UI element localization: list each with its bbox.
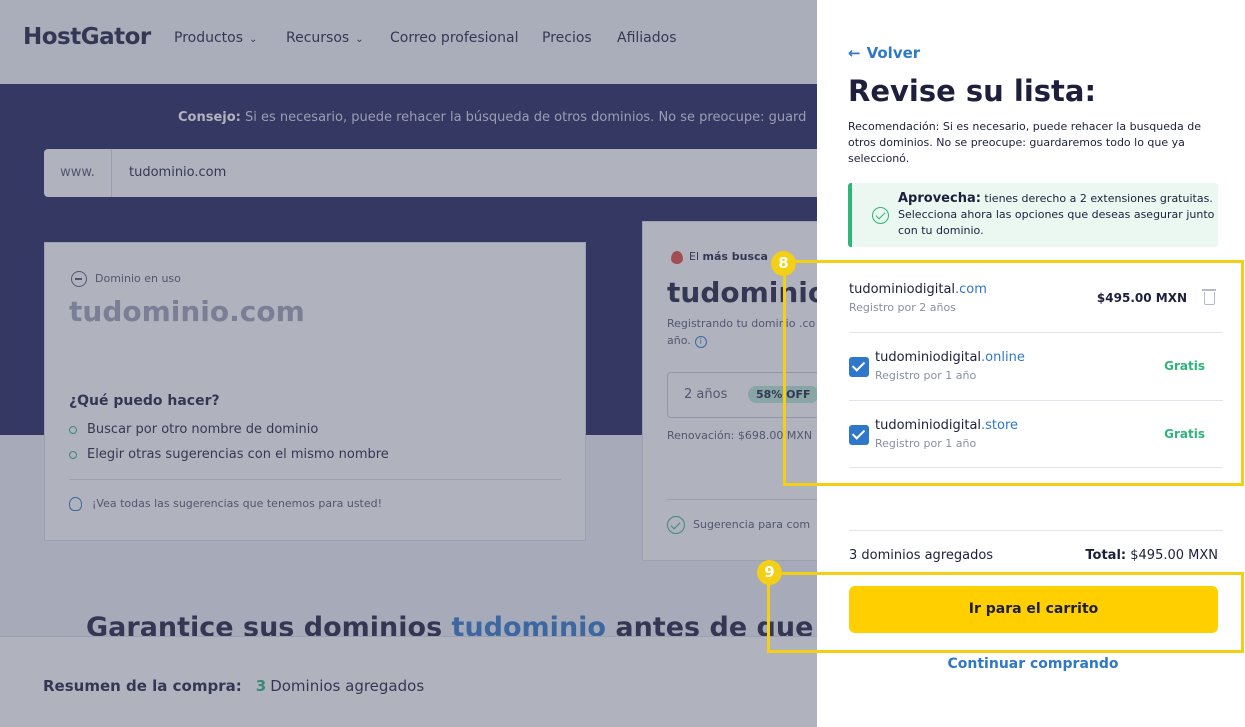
nav-item-correo[interactable]: Correo profesional [390, 30, 518, 46]
lightbulb-icon [69, 497, 82, 511]
option-item: Buscar por otro nombre de dominio [69, 422, 318, 437]
annotation-badge: 8 [771, 251, 796, 276]
continue-shopping-link[interactable]: Continuar comprando [817, 656, 1245, 672]
promo-text: Aprovecha: tienes derecho a 2 extensione… [898, 191, 1215, 237]
search-prefix: www. [44, 149, 112, 197]
suggestion-note: Sugerencia para com [667, 516, 810, 534]
nav-item-productos[interactable]: Productos ⌄ [174, 30, 257, 46]
drawer-title: Revise su lista: [848, 74, 1097, 108]
in-use-status: Dominio en uso [71, 271, 181, 287]
chevron-down-icon: ⌄ [355, 34, 364, 45]
minus-circle-icon [71, 271, 87, 287]
recommendation-text: Recomendación: Si es necesario, puede re… [848, 120, 1201, 165]
annotation-badge: 9 [757, 560, 782, 585]
chevron-down-icon: ⌄ [249, 34, 258, 45]
nav-item-afiliados[interactable]: Afiliados [617, 30, 677, 46]
search-value[interactable]: tudominio.com [129, 149, 226, 197]
nav-item-precios[interactable]: Precios [542, 30, 592, 46]
bullet-icon [69, 425, 77, 434]
domain-in-use-card: Dominio en uso tudominio.com ¿Qué puedo … [44, 242, 586, 541]
divider [69, 479, 561, 480]
most-searched-label: El más busca [671, 250, 768, 264]
annotation-highlight-box [767, 572, 1244, 653]
taken-domain-name: tudominio.com [69, 295, 305, 328]
cart-total: Total: $495.00 MXN [1085, 548, 1218, 563]
options-heading: ¿Qué puedo hacer? [69, 393, 220, 409]
free-extensions-notice: Aprovecha: tienes derecho a 2 extensione… [848, 183, 1218, 247]
top-nav: HostGator Productos ⌄ Recursos ⌄ Correo pr… [0, 0, 817, 84]
nav-item-recursos[interactable]: Recursos ⌄ [286, 30, 364, 46]
fire-icon [671, 250, 683, 264]
annotation-highlight-box [783, 260, 1244, 486]
bullet-icon [69, 450, 77, 459]
background-page: HostGator Productos ⌄ Recursos ⌄ Correo pr… [0, 0, 817, 727]
hostgator-logo[interactable]: HostGator [23, 24, 151, 50]
see-all-suggestions-link[interactable]: ¡Vea todas las sugerencias que tenemos p… [69, 497, 382, 511]
option-item: Elegir otras sugerencias con el mismo no… [69, 447, 389, 462]
divider [667, 499, 817, 500]
purchase-summary-bar: Resumen de la compra: 3 Dominios agregados [0, 636, 817, 727]
check-circle-icon [667, 516, 685, 534]
back-button[interactable]: ← Volver [848, 44, 920, 62]
info-icon[interactable]: i [694, 336, 707, 348]
arrow-left-icon: ← [848, 44, 861, 62]
domains-count: 3 dominios agregados [849, 548, 994, 563]
domain-search-input[interactable]: www. tudominio.com [44, 149, 817, 197]
check-circle-icon [872, 207, 889, 224]
divider [849, 530, 1223, 531]
search-tip: Consejo: Si es necesario, puede rehacer … [178, 110, 807, 125]
term-value: 2 años [684, 387, 728, 402]
purchase-summary: Resumen de la compra: 3 Dominios agregados [43, 677, 425, 695]
